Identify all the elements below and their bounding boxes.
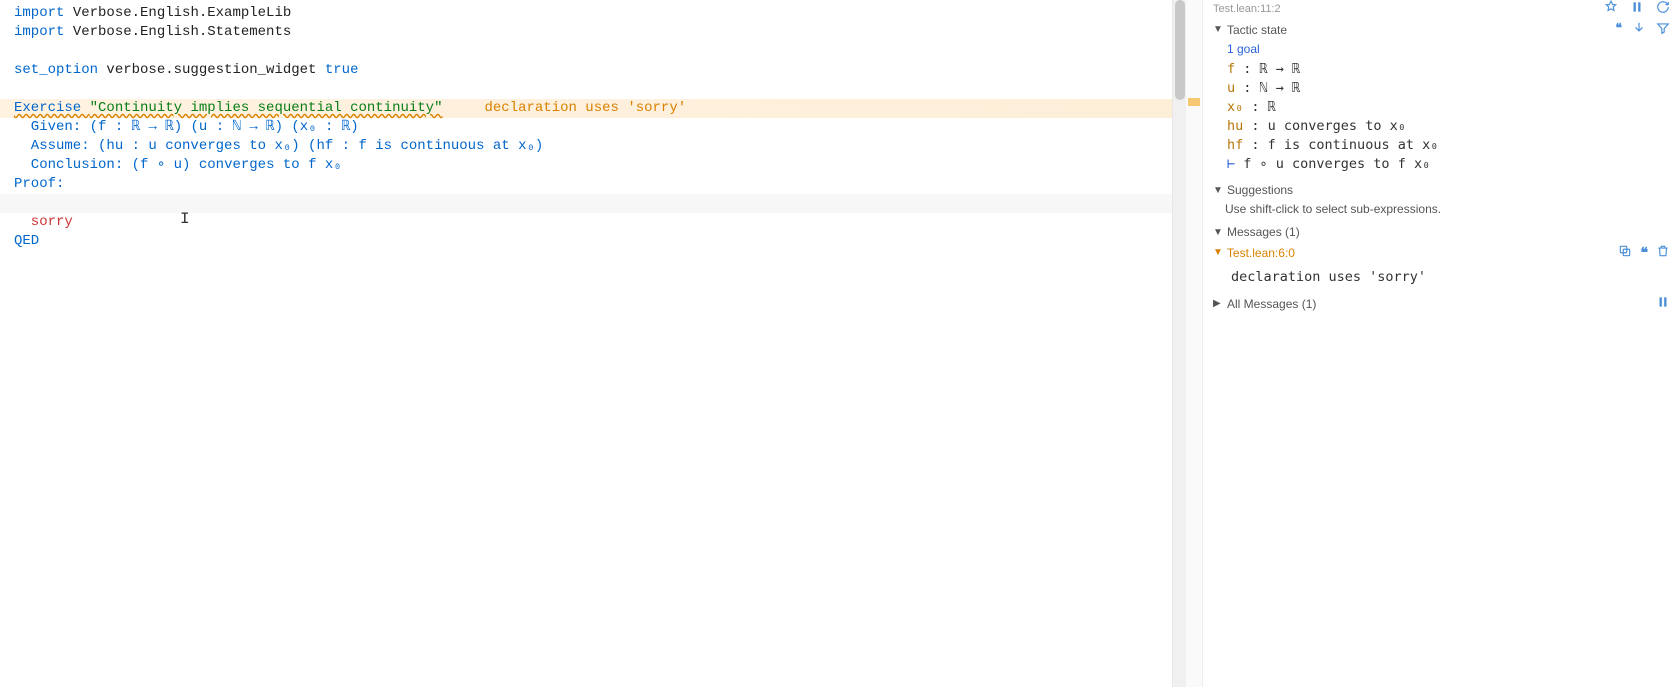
info-breadcrumb: Test.lean:11:2: [1203, 0, 1680, 19]
hyp-name: f: [1227, 61, 1235, 77]
proof-keyword: Proof:: [14, 176, 64, 192]
conclusion-body: (f ∘ u) converges to f x₀: [132, 157, 342, 173]
suggestions-label: Suggestions: [1227, 183, 1293, 197]
code-line-cursor[interactable]: [0, 194, 1172, 213]
editor-minimap[interactable]: [1186, 0, 1202, 687]
expand-arrow-icon[interactable]: ▶: [1213, 298, 1225, 309]
hypothesis-row[interactable]: u : ℕ → ℝ: [1227, 79, 1666, 98]
hypothesis-row[interactable]: hu : u converges to x₀: [1227, 117, 1666, 136]
tactic-state-block[interactable]: f : ℝ → ℝ u : ℕ → ℝ x₀ : ℝ hu : u conver…: [1203, 58, 1680, 180]
filter-icon[interactable]: [1656, 21, 1670, 38]
hyp-colon: :: [1243, 118, 1267, 134]
quote-icon[interactable]: ❝: [1616, 21, 1622, 38]
hyp-colon: :: [1235, 80, 1259, 96]
code-line-assume[interactable]: Assume: (hu : u converges to x₀) (hf : f…: [14, 137, 1158, 156]
scrollbar-thumb[interactable]: [1175, 0, 1185, 100]
minimap-warning-mark: [1188, 98, 1200, 106]
code-line-sorry[interactable]: sorry: [14, 213, 1158, 232]
code-line-import-2[interactable]: import Verbose.English.Statements: [14, 23, 1158, 42]
arrow-down-icon[interactable]: [1632, 21, 1646, 38]
trash-icon[interactable]: [1656, 244, 1670, 261]
all-messages-label: All Messages (1): [1227, 297, 1316, 311]
refresh-icon[interactable]: [1656, 0, 1670, 17]
info-tab-label: Test.lean:11:2: [1213, 3, 1281, 15]
tactic-state-header[interactable]: ▼ Tactic state ❝: [1203, 19, 1680, 40]
import-path: Verbose.English.Statements: [64, 24, 291, 40]
hyp-name: hu: [1227, 118, 1243, 134]
goal-count: 1 goal: [1203, 40, 1680, 58]
goal-body: f ∘ u converges to f x₀: [1243, 156, 1430, 172]
code-line-qed[interactable]: QED: [14, 232, 1158, 251]
hyp-colon: :: [1243, 99, 1267, 115]
info-pane: Test.lean:11:2 ▼ Tactic state ❝ 1 goal: [1202, 0, 1680, 687]
messages-header[interactable]: ▼ Messages (1): [1203, 222, 1680, 242]
pause-icon[interactable]: [1656, 295, 1670, 312]
turnstile-icon: ⊢: [1227, 156, 1243, 172]
editor-pane[interactable]: import Verbose.English.ExampleLib import…: [0, 0, 1172, 687]
hyp-colon: :: [1235, 61, 1259, 77]
assume-body: (hu : u converges to x₀) (hf : f is cont…: [98, 138, 543, 154]
code-line-proof[interactable]: Proof:: [14, 175, 1158, 194]
code-line-blank[interactable]: [14, 80, 1158, 99]
hyp-type: ℝ → ℝ: [1260, 61, 1301, 77]
collapse-arrow-icon[interactable]: ▼: [1213, 247, 1223, 258]
import-path: Verbose.English.ExampleLib: [64, 5, 291, 21]
hypothesis-row[interactable]: x₀ : ℝ: [1227, 98, 1666, 117]
pause-icon[interactable]: [1630, 0, 1644, 17]
assume-keyword: Assume:: [14, 138, 98, 154]
hyp-type: ℕ → ℝ: [1260, 80, 1301, 96]
hyp-type: ℝ: [1268, 99, 1276, 115]
hyp-name: x₀: [1227, 99, 1243, 115]
suggestions-hint: Use shift-click to select sub-expression…: [1203, 200, 1680, 222]
collapse-arrow-icon[interactable]: ▼: [1213, 24, 1225, 35]
messages-label: Messages (1): [1227, 225, 1300, 239]
hyp-type: u converges to x₀: [1268, 118, 1406, 134]
pin-icon[interactable]: [1604, 0, 1618, 17]
hypothesis-row[interactable]: f : ℝ → ℝ: [1227, 60, 1666, 79]
hyp-name: u: [1227, 80, 1235, 96]
message-source[interactable]: Test.lean:6:0: [1227, 246, 1295, 260]
editor-scrollbar[interactable]: [1172, 0, 1186, 687]
given-keyword: Given:: [14, 119, 90, 135]
quote-icon[interactable]: ❝: [1640, 244, 1648, 261]
code-line-blank[interactable]: [14, 42, 1158, 61]
code-line-exercise[interactable]: Exercise "Continuity implies sequential …: [0, 99, 1172, 118]
true-literal: true: [325, 62, 359, 78]
suggestions-header[interactable]: ▼ Suggestions: [1203, 180, 1680, 200]
hypothesis-row[interactable]: hf : f is continuous at x₀: [1227, 136, 1666, 155]
collapse-arrow-icon[interactable]: ▼: [1213, 227, 1225, 238]
hyp-type: f is continuous at x₀: [1268, 137, 1439, 153]
code-line-conclusion[interactable]: Conclusion: (f ∘ u) converges to f x₀: [14, 156, 1158, 175]
copy-icon[interactable]: [1618, 244, 1632, 261]
code-line-given[interactable]: Given: (f : ℝ → ℝ) (u : ℕ → ℝ) (x₀ : ℝ): [14, 118, 1158, 137]
hyp-colon: :: [1243, 137, 1267, 153]
message-item[interactable]: ▼ Test.lean:6:0 ❝: [1203, 242, 1680, 263]
import-keyword: import: [14, 24, 64, 40]
given-body: (f : ℝ → ℝ) (u : ℕ → ℝ) (x₀ : ℝ): [90, 119, 359, 135]
hyp-name: hf: [1227, 137, 1243, 153]
collapse-arrow-icon[interactable]: ▼: [1213, 185, 1225, 196]
message-body: declaration uses 'sorry': [1203, 263, 1680, 291]
import-keyword: import: [14, 5, 64, 21]
code-line-setoption[interactable]: set_option verbose.suggestion_widget tru…: [14, 61, 1158, 80]
conclusion-keyword: Conclusion:: [14, 157, 132, 173]
tactic-state-label: Tactic state: [1227, 23, 1287, 37]
inline-warning: declaration uses 'sorry': [442, 100, 686, 116]
sorry-keyword: sorry: [14, 214, 73, 230]
all-messages-header[interactable]: ▶ All Messages (1): [1203, 291, 1680, 316]
exercise-keyword: Exercise: [14, 100, 90, 116]
code-line-import-1[interactable]: import Verbose.English.ExampleLib: [14, 4, 1158, 23]
qed-keyword: QED: [14, 233, 39, 249]
set-option-keyword: set_option: [14, 62, 98, 78]
set-option-name: verbose.suggestion_widget: [98, 62, 325, 78]
goal-row[interactable]: ⊢ f ∘ u converges to f x₀: [1227, 155, 1666, 174]
exercise-title: "Continuity implies sequential continuit…: [90, 100, 443, 116]
